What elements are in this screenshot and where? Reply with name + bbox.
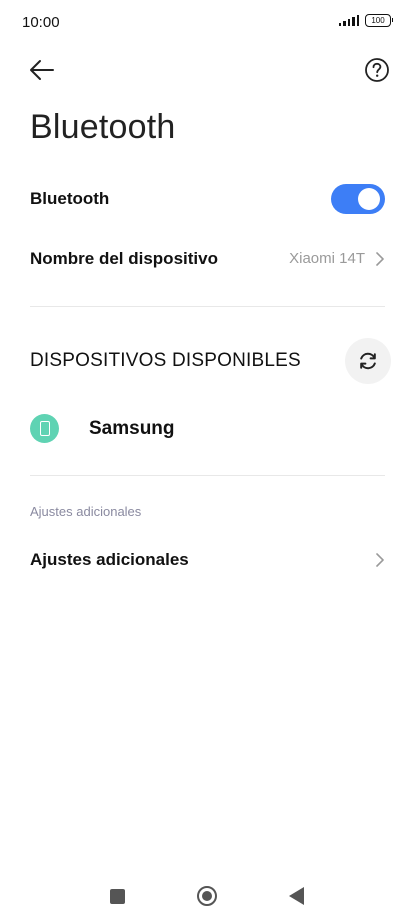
nav-back-button[interactable] (289, 887, 304, 905)
available-devices-title: DISPOSITIVOS DISPONIBLES (30, 350, 301, 371)
home-circle-icon (202, 891, 212, 901)
device-phone-icon (30, 414, 59, 443)
divider (30, 306, 385, 307)
additional-settings-label[interactable]: Ajustes adicionales (30, 550, 189, 570)
help-button[interactable] (363, 56, 391, 84)
phone-icon (39, 421, 50, 436)
chevron-right-icon (376, 251, 384, 266)
section-header-additional: Ajustes adicionales (30, 504, 142, 519)
refresh-icon (360, 352, 376, 370)
status-time: 10:00 (22, 14, 60, 31)
question-circle-icon (365, 58, 389, 82)
toggle-knob (358, 188, 380, 210)
divider (30, 475, 385, 476)
page-title: Bluetooth (30, 108, 176, 146)
device-name-value-group[interactable]: Xiaomi 14T (289, 250, 385, 267)
signal-icon (338, 15, 359, 26)
additional-settings-chevron[interactable] (375, 552, 385, 573)
back-button[interactable] (22, 52, 62, 88)
bluetooth-label[interactable]: Bluetooth (30, 189, 109, 209)
home-button[interactable] (197, 886, 217, 906)
status-icons: 100 (338, 14, 393, 27)
device-name-label[interactable]: Nombre del dispositivo (30, 249, 218, 269)
battery-level: 100 (371, 16, 385, 25)
refresh-button[interactable] (345, 338, 391, 384)
chevron-right-icon (376, 553, 384, 567)
device-item-samsung[interactable]: Samsung (89, 418, 175, 440)
bluetooth-toggle[interactable] (331, 184, 385, 214)
battery-icon: 100 (365, 14, 393, 27)
device-name-value: Xiaomi 14T (289, 250, 365, 267)
arrow-left-icon (30, 60, 54, 80)
recents-button[interactable] (110, 889, 125, 904)
